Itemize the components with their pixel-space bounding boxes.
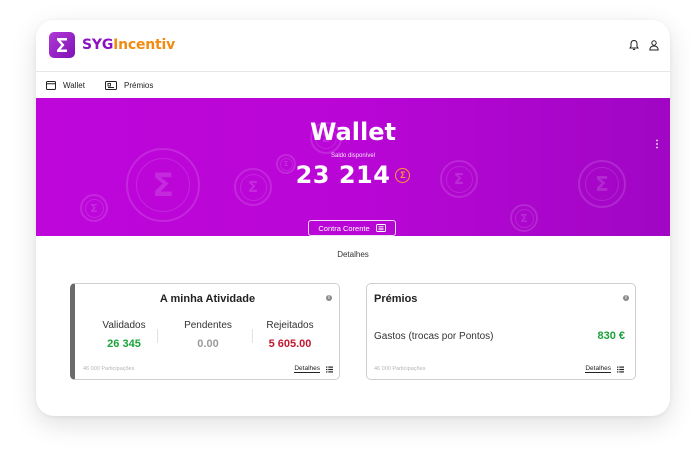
gift-icon [105, 80, 117, 90]
stat-pendentes: Pendentes 0.00 [165, 320, 251, 350]
nav-item-label: Prémios [124, 80, 154, 90]
top-bar: SYGIncentiv [36, 20, 670, 72]
activity-card-title: A minha Atividade [159, 293, 256, 305]
logo-sigma-icon [49, 32, 75, 58]
decorative-coin-icon: Σ [510, 204, 538, 232]
prizes-card: Prémios i Gastos (trocas por Pontos) 830… [366, 283, 636, 380]
details-link-label: Detalhes [585, 365, 611, 373]
contra-corrente-button[interactable]: Contra Corente [308, 220, 396, 236]
participations-count: 46 000 Participações [374, 366, 426, 372]
activity-card: A minha Atividade i Validados 26 345 Pen… [70, 283, 340, 380]
wallet-banner: Σ Σ Σ Σ Σ Σ Σ Σ Wallet Saldo disponível … [36, 98, 670, 236]
stat-label: Pendentes [184, 320, 232, 331]
info-icon[interactable]: i [326, 295, 332, 301]
balance-caption: Saldo disponível [330, 153, 376, 159]
prizes-card-title: Prémios [374, 293, 418, 305]
nav-bar: Wallet Prémios [36, 72, 670, 98]
details-link-label: Detalhes [294, 365, 320, 373]
sigma-coin-icon: Σ [395, 167, 411, 183]
balance-row: 23 214 Σ [36, 161, 670, 189]
nav-item-premios[interactable]: Prémios [105, 72, 153, 98]
app-window: SYGIncentiv Wallet Prémios Σ Σ Σ Σ Σ Σ Σ… [36, 20, 670, 416]
info-icon[interactable]: i [623, 295, 629, 301]
list-icon [617, 366, 624, 372]
gastos-label: Gastos (trocas por Pontos) [374, 331, 494, 342]
section-title: Detalhes [337, 250, 369, 259]
details-link[interactable]: Detalhes [585, 365, 624, 373]
decorative-coin-icon: Σ [80, 194, 108, 222]
more-options-icon[interactable]: ⋮ [652, 140, 662, 150]
stat-validados: Validados 26 345 [81, 320, 167, 350]
details-link[interactable]: Detalhes [294, 365, 333, 373]
divider [157, 329, 158, 343]
statement-icon [375, 224, 386, 232]
wallet-icon [46, 80, 56, 90]
stat-value: 26 345 [107, 338, 141, 350]
stat-rejeitados: Rejeitados 5 605.00 [247, 320, 333, 350]
bell-icon[interactable] [628, 39, 640, 51]
page-title: Wallet [309, 118, 396, 146]
nav-item-label: Wallet [63, 80, 85, 90]
participations-count: 46 000 Participações [83, 366, 135, 372]
stat-label: Validados [102, 320, 146, 331]
stat-value: 0.00 [197, 338, 219, 350]
balance-value: 23 214 [295, 161, 391, 189]
app-logo[interactable]: SYGIncentiv [82, 37, 175, 53]
contra-corrente-label: Contra Corente [318, 223, 370, 233]
stat-label: Rejeitados [266, 320, 314, 331]
list-icon [326, 366, 333, 372]
stat-value: 5 605.00 [268, 338, 312, 350]
nav-item-wallet[interactable]: Wallet [46, 72, 85, 98]
gastos-value: 830 € [597, 330, 625, 342]
user-icon[interactable] [648, 39, 660, 51]
